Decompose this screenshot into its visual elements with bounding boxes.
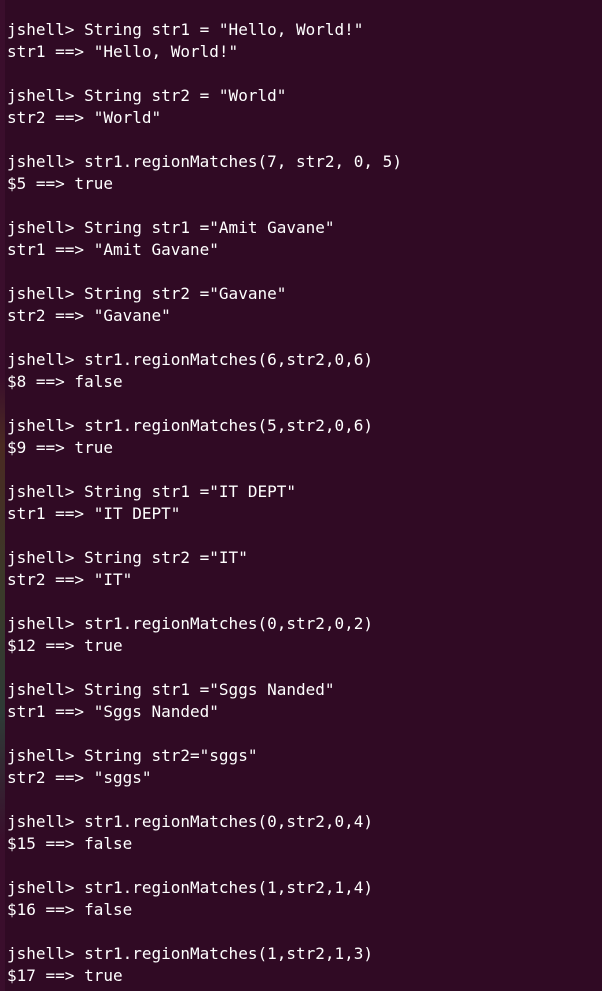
- command-input-line: jshell> str1.regionMatches(6,str2,0,6): [7, 350, 374, 369]
- command-block: jshell> str1.regionMatches(0,str2,0,4) $…: [7, 811, 602, 855]
- command-input-line: jshell> String str2 ="Gavane": [7, 284, 287, 303]
- command-block: jshell> str1.regionMatches(5,str2,0,6) $…: [7, 415, 602, 459]
- command-block: jshell> String str1 ="Sggs Nanded" str1 …: [7, 679, 602, 723]
- command-input-line: jshell> str1.regionMatches(0,str2,0,2): [7, 614, 374, 633]
- command-output-line: $16 ==> false: [7, 900, 133, 919]
- command-input-line: jshell> str1.regionMatches(5,str2,0,6): [7, 416, 374, 435]
- command-output-line: str2 ==> "World": [7, 108, 162, 127]
- command-input-line: jshell> String str2 ="IT": [7, 548, 248, 567]
- command-output-line: $8 ==> false: [7, 372, 123, 391]
- command-output-line: str1 ==> "Sggs Nanded": [7, 702, 219, 721]
- command-output-line: str2 ==> "sggs": [7, 768, 152, 787]
- command-input-line: jshell> String str1 ="Amit Gavane": [7, 218, 335, 237]
- command-input-line: jshell> String str1 ="IT DEPT": [7, 482, 296, 501]
- command-output-line: str2 ==> "Gavane": [7, 306, 171, 325]
- command-input-line: jshell> str1.regionMatches(1,str2,1,4): [7, 878, 374, 897]
- command-block: jshell> str1.regionMatches(1,str2,1,3) $…: [7, 943, 602, 987]
- command-output-line: str2 ==> "IT": [7, 570, 133, 589]
- terminal-output: jshell> String str1 = "Hello, World!" st…: [7, 19, 602, 987]
- command-output-line: str1 ==> "IT DEPT": [7, 504, 181, 523]
- command-input-line: jshell> str1.regionMatches(0,str2,0,4): [7, 812, 374, 831]
- command-block: jshell> String str2 ="IT" str2 ==> "IT": [7, 547, 602, 591]
- command-input-line: jshell> String str1 ="Sggs Nanded": [7, 680, 335, 699]
- command-output-line: str1 ==> "Hello, World!": [7, 42, 239, 61]
- command-output-line: $12 ==> true: [7, 636, 123, 655]
- command-block: jshell> str1.regionMatches(6,str2,0,6) $…: [7, 349, 602, 393]
- command-block: jshell> str1.regionMatches(7, str2, 0, 5…: [7, 151, 602, 195]
- command-output-line: $9 ==> true: [7, 438, 113, 457]
- command-input-line: jshell> str1.regionMatches(7, str2, 0, 5…: [7, 152, 402, 171]
- command-block: jshell> str1.regionMatches(1,str2,1,4) $…: [7, 877, 602, 921]
- command-output-line: $17 ==> true: [7, 966, 123, 985]
- command-block: jshell> str1.regionMatches(0,str2,0,2) $…: [7, 613, 602, 657]
- window-edge-strip: [0, 0, 5, 991]
- command-block: jshell> String str1 ="Amit Gavane" str1 …: [7, 217, 602, 261]
- command-input-line: jshell> String str1 = "Hello, World!": [7, 20, 364, 39]
- command-block: jshell> String str2 = "World" str2 ==> "…: [7, 85, 602, 129]
- command-input-line: jshell> String str2="sggs": [7, 746, 258, 765]
- command-block: jshell> String str1 = "Hello, World!" st…: [7, 19, 602, 63]
- command-input-line: jshell> String str2 = "World": [7, 86, 287, 105]
- command-block: jshell> String str2 ="Gavane" str2 ==> "…: [7, 283, 602, 327]
- command-output-line: str1 ==> "Amit Gavane": [7, 240, 219, 259]
- command-output-line: $5 ==> true: [7, 174, 113, 193]
- command-input-line: jshell> str1.regionMatches(1,str2,1,3): [7, 944, 374, 963]
- command-block: jshell> String str1 ="IT DEPT" str1 ==> …: [7, 481, 602, 525]
- terminal-window[interactable]: jshell> String str1 = "Hello, World!" st…: [0, 0, 602, 991]
- command-output-line: $15 ==> false: [7, 834, 133, 853]
- command-block: jshell> String str2="sggs" str2 ==> "sgg…: [7, 745, 602, 789]
